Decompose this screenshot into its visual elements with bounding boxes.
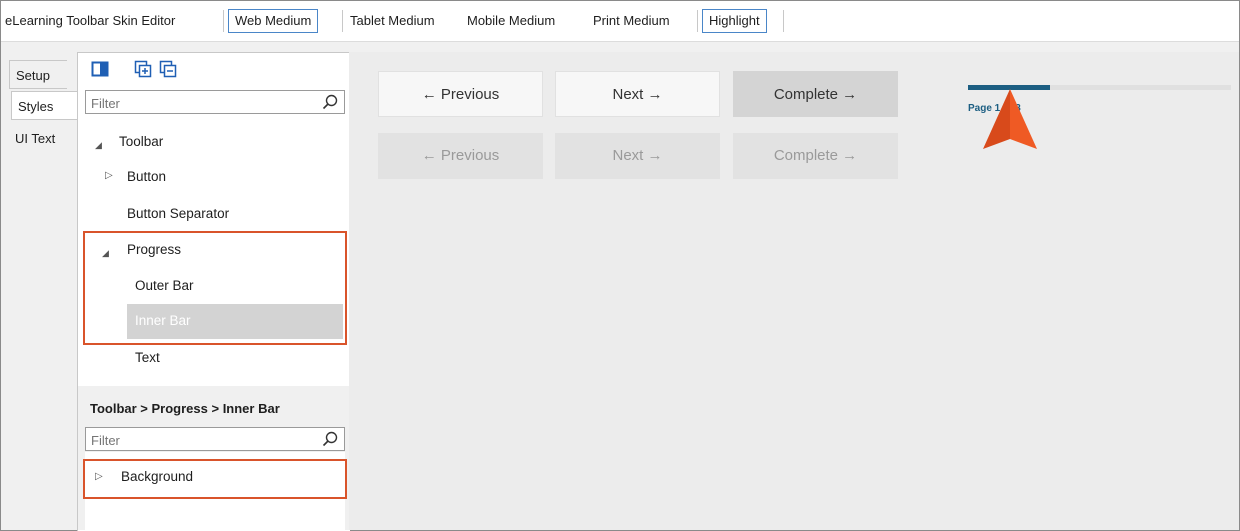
collapsed-arrow-icon[interactable]: ▷ [95, 471, 103, 482]
toolbar-separator [697, 10, 698, 32]
expanded-arrow-icon[interactable]: ◢ [95, 140, 102, 151]
collapse-all-icon[interactable] [159, 60, 177, 78]
toolbar-separator [223, 10, 224, 32]
tree-item-toolbar[interactable]: Toolbar [119, 134, 163, 149]
expand-all-icon[interactable] [134, 60, 152, 78]
search-icon [322, 94, 338, 110]
app-title: eLearning Toolbar Skin Editor [5, 13, 176, 28]
expanded-arrow-icon[interactable]: ◢ [102, 248, 109, 259]
style-filter-field[interactable] [85, 90, 345, 114]
preview-complete-button[interactable]: Complete → [733, 71, 898, 117]
print-medium-button[interactable]: Print Medium [593, 10, 670, 32]
toolbar-preview [349, 52, 1239, 530]
web-medium-button[interactable]: Web Medium [228, 9, 319, 33]
tab-setup[interactable]: Setup [9, 60, 67, 89]
preview-previous-button-disabled: ← Previous [378, 133, 543, 179]
tree-item-outer-bar[interactable]: Outer Bar [135, 278, 194, 293]
search-icon [322, 431, 338, 447]
editor-window: eLearning Toolbar Skin Editor Web Medium… [0, 0, 1240, 531]
property-filter-input[interactable] [89, 429, 313, 451]
tree-item-inner-bar[interactable]: Inner Bar [135, 313, 191, 328]
toolbar-separator [342, 10, 343, 32]
tablet-medium-button[interactable]: Tablet Medium [350, 10, 435, 32]
preview-next-button[interactable]: Next → [555, 71, 720, 117]
tree-item-progress[interactable]: Progress [127, 242, 181, 257]
tab-styles[interactable]: Styles [11, 91, 78, 120]
collapsed-arrow-icon[interactable]: ▷ [105, 170, 113, 181]
breadcrumb: Toolbar > Progress > Inner Bar [90, 401, 280, 416]
style-filter-input[interactable] [89, 92, 313, 114]
highlight-toggle-button[interactable]: Highlight [702, 9, 767, 33]
toggle-panel-icon[interactable] [91, 60, 109, 78]
tab-ui-text[interactable]: UI Text [9, 124, 67, 153]
tree-item-button[interactable]: Button [127, 169, 166, 184]
preview-complete-button-disabled: Complete → [733, 133, 898, 179]
toolbar-separator [783, 10, 784, 32]
pointer-arrow-icon [983, 89, 1037, 149]
preview-next-button-disabled: Next → [555, 133, 720, 179]
top-toolbar: eLearning Toolbar Skin Editor Web Medium… [1, 1, 1239, 42]
tree-item-text[interactable]: Text [135, 350, 160, 365]
tree-item-button-separator[interactable]: Button Separator [127, 206, 229, 221]
property-background[interactable]: Background [121, 469, 193, 484]
mobile-medium-button[interactable]: Mobile Medium [467, 10, 555, 32]
property-filter-field[interactable] [85, 427, 345, 451]
preview-previous-button[interactable]: ← Previous [378, 71, 543, 117]
